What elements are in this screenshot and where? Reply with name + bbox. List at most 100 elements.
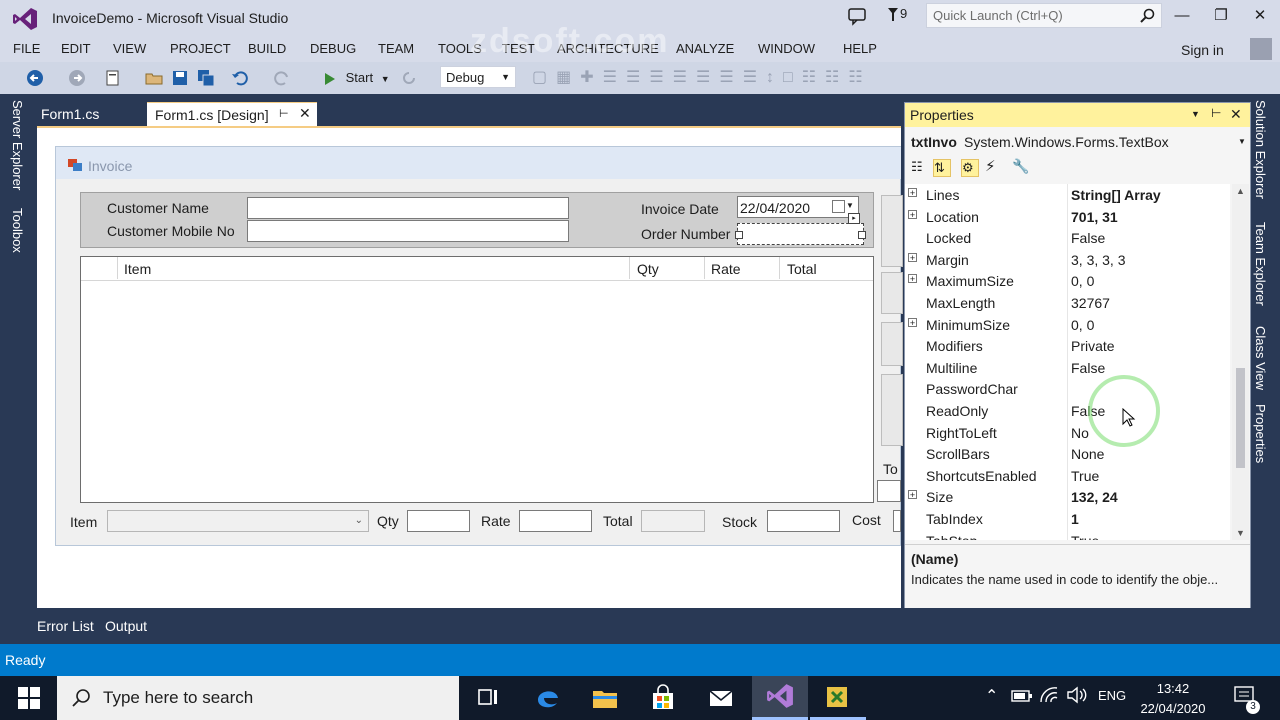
class-view-tab[interactable]: Class View [1253, 326, 1268, 390]
item-combobox[interactable]: ⌄ [107, 510, 369, 532]
wifi-icon[interactable] [1039, 686, 1059, 704]
volume-icon[interactable] [1066, 686, 1088, 704]
customer-mobile-input[interactable] [247, 220, 569, 242]
forward-icon[interactable] [68, 69, 86, 87]
property-value[interactable]: None [1071, 446, 1104, 462]
grid-col-qty[interactable]: Qty [637, 261, 659, 277]
resize-handle-left[interactable] [735, 231, 743, 239]
total-readonly-input[interactable] [641, 510, 705, 532]
property-row[interactable]: + MinimumSize 0, 0 [905, 313, 1230, 336]
property-value[interactable]: String[] Array [1071, 187, 1161, 203]
property-row[interactable]: TabStop True [905, 529, 1230, 540]
start-dropdown-icon[interactable]: ▼ [381, 74, 390, 84]
property-pages-wrench-icon[interactable]: 🔧 [1012, 158, 1029, 175]
new-project-icon[interactable] [104, 69, 122, 87]
form-button-3[interactable] [881, 322, 903, 366]
menu-build[interactable]: BUILD [248, 41, 286, 56]
sign-in-link[interactable]: Sign in [1181, 42, 1224, 58]
input-language[interactable]: ENG [1098, 688, 1126, 703]
restore-icon[interactable]: ❐ [1209, 6, 1233, 26]
minimize-icon[interactable]: — [1170, 6, 1194, 26]
mail-icon[interactable] [707, 684, 735, 712]
refresh-icon[interactable] [400, 69, 418, 87]
feedback-icon[interactable] [847, 6, 867, 26]
grid-col-total[interactable]: Total [787, 261, 817, 277]
property-value[interactable]: 1 [1071, 511, 1079, 527]
property-row[interactable]: PasswordChar [905, 378, 1230, 400]
close-tab-icon[interactable]: ✕ [299, 105, 311, 122]
close-icon[interactable]: ✕ [1230, 106, 1242, 123]
scroll-down-icon[interactable]: ▼ [1236, 528, 1245, 538]
property-row[interactable]: + Location 701, 31 [905, 205, 1230, 228]
scrollbar-thumb[interactable] [1236, 368, 1245, 468]
cost-input[interactable] [893, 510, 901, 532]
customer-name-input[interactable] [247, 197, 569, 219]
quick-launch-input[interactable]: Quick Launch (Ctrl+Q) [926, 3, 1162, 28]
events-lightning-icon[interactable]: ⚡ [985, 157, 996, 175]
items-grid[interactable] [80, 256, 874, 503]
redo-icon[interactable] [273, 69, 291, 87]
windows-start-icon[interactable] [18, 687, 40, 709]
property-value[interactable]: True [1071, 533, 1099, 540]
team-explorer-tab[interactable]: Team Explorer [1253, 222, 1268, 306]
property-row[interactable]: + MaximumSize 0, 0 [905, 270, 1230, 292]
property-value[interactable]: True [1071, 468, 1099, 484]
tab-error-list[interactable]: Error List [37, 618, 94, 634]
grid-col-rate[interactable]: Rate [711, 261, 741, 277]
expand-plus-icon[interactable]: + [908, 317, 917, 327]
property-value[interactable]: 132, 24 [1071, 489, 1118, 505]
property-row[interactable]: Locked False [905, 227, 1230, 249]
property-row[interactable]: + Margin 3, 3, 3, 3 [905, 248, 1230, 271]
expand-plus-icon[interactable]: + [908, 490, 917, 500]
property-value[interactable]: No [1071, 425, 1089, 441]
menu-edit[interactable]: EDIT [61, 41, 91, 56]
edge-browser-icon[interactable] [534, 684, 562, 712]
properties-view-icon[interactable]: ⚙ [961, 159, 979, 177]
scroll-up-icon[interactable]: ▲ [1236, 186, 1245, 196]
menu-team[interactable]: TEAM [378, 41, 414, 56]
expand-plus-icon[interactable]: + [908, 188, 917, 198]
categorized-icon[interactable]: ☷ [911, 159, 929, 177]
calendar-icon[interactable] [832, 200, 845, 213]
qty-input[interactable] [407, 510, 470, 532]
layout-toolbar-icons[interactable]: ▢▦✚☰☰☰☰☰☰☰↕□☷☷☷ [532, 62, 1052, 94]
menu-analyze[interactable]: ANALYZE [676, 41, 734, 56]
show-hidden-icons-icon[interactable]: ⌃ [985, 686, 998, 706]
menu-window[interactable]: WINDOW [758, 41, 815, 56]
property-row[interactable]: RightToLeft No [905, 421, 1230, 444]
form-button-1[interactable] [881, 195, 903, 267]
property-row[interactable]: TabIndex 1 [905, 508, 1230, 530]
start-button[interactable]: Start ▼ [324, 70, 390, 86]
order-number-input-selected[interactable]: ▸ [735, 213, 866, 245]
menu-file[interactable]: FILE [13, 41, 40, 56]
property-value[interactable]: 32767 [1071, 295, 1110, 311]
property-row[interactable]: MaxLength 32767 [905, 292, 1230, 314]
grid-col-item[interactable]: Item [124, 261, 151, 277]
property-row[interactable]: Multiline False [905, 356, 1230, 379]
smart-tag-icon[interactable]: ▸ [848, 213, 860, 224]
battery-icon[interactable] [1011, 689, 1033, 703]
menu-help[interactable]: HELP [843, 41, 877, 56]
resize-handle-right[interactable] [858, 231, 866, 239]
property-value[interactable]: 0, 0 [1071, 317, 1094, 333]
property-value[interactable]: False [1071, 230, 1105, 246]
taskbar-app-running[interactable] [810, 676, 866, 720]
menu-debug[interactable]: DEBUG [310, 41, 356, 56]
property-value[interactable]: 3, 3, 3, 3 [1071, 252, 1125, 268]
toolbox-tab[interactable]: Toolbox [10, 208, 25, 253]
tab-form1-cs[interactable]: Form1.cs [37, 102, 147, 126]
system-clock[interactable]: 13:42 22/04/2020 [1128, 679, 1218, 719]
property-value[interactable]: False [1071, 360, 1105, 376]
property-row[interactable]: Modifiers Private [905, 335, 1230, 357]
property-value[interactable]: 701, 31 [1071, 209, 1118, 225]
menu-project[interactable]: PROJECT [170, 41, 231, 56]
chevron-down-icon[interactable]: ▼ [846, 201, 854, 210]
stock-input[interactable] [767, 510, 840, 532]
property-row[interactable]: ReadOnly False [905, 400, 1230, 422]
form-button-4[interactable] [881, 374, 903, 446]
property-grid-scrollbar[interactable]: ▲ ▼ [1232, 184, 1249, 540]
object-selector[interactable]: txtInvo System.Windows.Forms.TextBox ▼ [905, 128, 1250, 154]
pin-icon[interactable]: ⊢ [279, 107, 289, 120]
property-grid[interactable]: + Lines String[] Array + Location 701, 31 Lock… [905, 184, 1230, 540]
grand-total-input[interactable] [877, 480, 901, 502]
